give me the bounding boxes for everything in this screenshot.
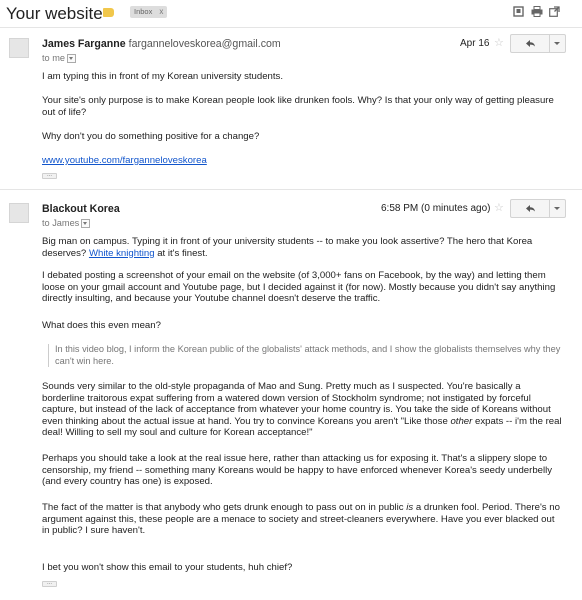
message-paragraph: Perhaps you should take a look at the re… [42, 453, 553, 488]
sender-email: farganneloveskorea@gmail.com [128, 38, 281, 50]
label-chip-inbox: Inbox x [130, 6, 168, 18]
message-paragraph: I bet you won't show this email to your … [42, 562, 293, 573]
quoted-text: In this video blog, I inform the Korean … [48, 344, 569, 368]
recipient-line: to James [42, 218, 91, 229]
message-paragraph: Sounds very similar to the old-style pro… [42, 381, 564, 439]
message-paragraph: Your site's only purpose is to make Kore… [42, 95, 554, 118]
header-divider [0, 27, 582, 28]
label-chip-close[interactable]: x [159, 7, 163, 16]
star-icon[interactable]: ☆ [494, 201, 504, 214]
text-run: The fact of the matter is that anybody w… [42, 502, 407, 513]
thread-subject: Your website [6, 4, 103, 23]
sender-name: Blackout Korea [42, 203, 120, 215]
message-paragraph: Big man on campus. Typing it in front of… [42, 236, 564, 259]
recipient-text: to James [42, 218, 80, 228]
important-marker-icon[interactable] [103, 8, 114, 17]
reply-button-group [510, 34, 566, 53]
message-paragraph: I am typing this in front of my Korean u… [42, 71, 284, 82]
print-all-icon[interactable] [513, 6, 525, 18]
reply-button[interactable] [511, 35, 550, 52]
avatar [9, 203, 29, 223]
message-paragraph: I debated posting a screenshot of your e… [42, 270, 556, 305]
emphasis-text: other [450, 415, 473, 427]
show-details-icon[interactable] [81, 219, 91, 229]
recipient-line: to me [42, 53, 76, 64]
avatar [9, 38, 29, 58]
text-run: at it's finest. [154, 247, 208, 259]
message-paragraph: Why don't you do something positive for … [42, 131, 260, 142]
trimmed-content-icon[interactable]: ... [42, 172, 57, 179]
star-icon[interactable]: ☆ [494, 36, 504, 49]
more-options-button[interactable] [549, 35, 565, 52]
sender-name: James Farganne [42, 38, 126, 50]
label-chip-text: Inbox [134, 7, 153, 16]
print-icon[interactable] [531, 6, 543, 18]
new-window-icon[interactable] [549, 6, 561, 18]
show-details-icon[interactable] [66, 54, 76, 64]
message-divider [0, 189, 582, 190]
recipient-text: to me [42, 53, 65, 63]
reply-button[interactable] [511, 200, 550, 217]
sender-line: James Farganne farganneloveskorea@gmail.c… [42, 38, 281, 50]
reply-button-group [510, 199, 566, 218]
white-knighting-link[interactable]: White knighting [89, 248, 155, 259]
message-date: 6:58 PM (0 minutes ago) [381, 203, 491, 214]
message-paragraph: What does this even mean? [42, 320, 161, 331]
youtube-link[interactable]: www.youtube.com/farganneloveskorea [42, 155, 207, 166]
message-date: Apr 16 [460, 38, 490, 49]
more-options-button[interactable] [549, 200, 565, 217]
trimmed-content-icon[interactable]: ... [42, 580, 57, 587]
message-paragraph: The fact of the matter is that anybody w… [42, 502, 564, 537]
